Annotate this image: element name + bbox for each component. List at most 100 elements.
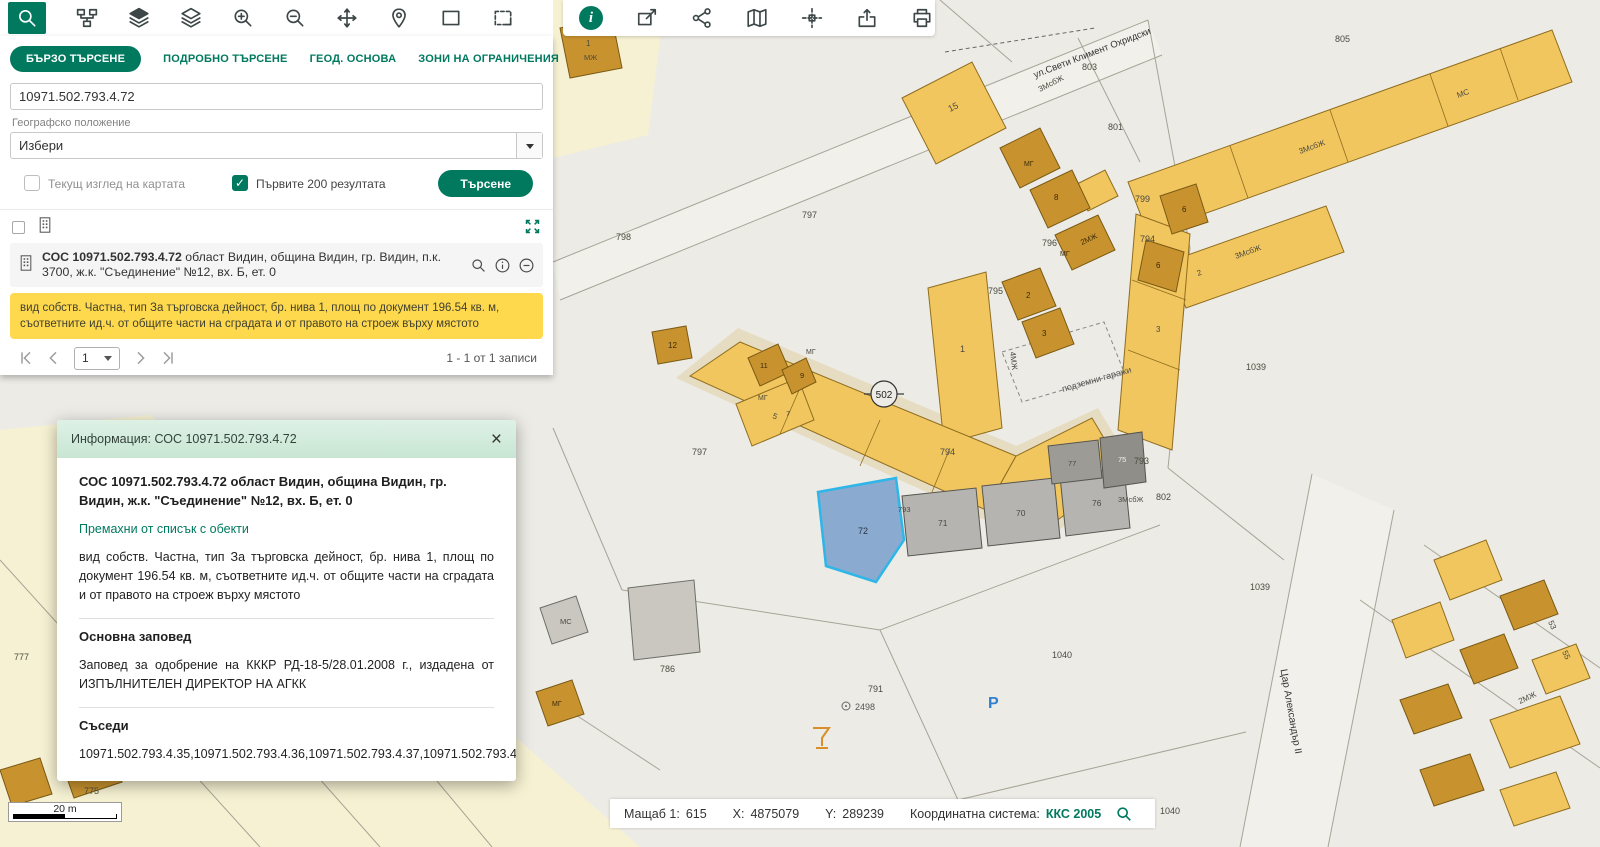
pan-tool[interactable] — [336, 7, 358, 29]
object-info-icon[interactable] — [494, 257, 511, 274]
type-label: МЖ — [584, 53, 597, 62]
print-tool[interactable] — [911, 7, 933, 29]
map-label: 777 — [14, 652, 29, 662]
divider — [0, 209, 553, 210]
order-section-header: Основна заповед — [79, 618, 494, 644]
map-label: 799 — [1135, 194, 1150, 204]
search-button[interactable]: Търсене — [438, 170, 533, 197]
page-select[interactable]: 1 — [74, 347, 120, 370]
remove-object-icon[interactable] — [518, 257, 535, 274]
neighbors-text: 10971.502.793.4.35,10971.502.793.4.36,10… — [79, 745, 494, 764]
zoom-to-object-icon[interactable] — [470, 257, 487, 274]
chevron-down-icon — [104, 356, 112, 365]
map-label: 802 — [1156, 492, 1171, 502]
objects-tool[interactable] — [76, 7, 98, 29]
map-label: 795 — [988, 286, 1003, 296]
map-label: 791 — [868, 684, 883, 694]
map-label: 786 — [660, 664, 675, 674]
map-label: 1040 — [1052, 650, 1072, 660]
geo-position-select[interactable]: Избери — [10, 132, 543, 159]
first-200-checkbox[interactable]: ✓ — [232, 175, 248, 191]
zoom-in-tool[interactable] — [232, 7, 254, 29]
map-label: 1039 — [1250, 582, 1270, 592]
page-number: 1 — [82, 351, 89, 365]
info-tool[interactable]: i — [579, 6, 603, 30]
tab-restriction-zones[interactable]: ЗОНИ НА ОГРАНИЧЕНИЯ — [418, 53, 559, 65]
result-item-text: СОС 10971.502.793.4.72 област Видин, общ… — [42, 250, 462, 281]
map-label: 797 — [802, 210, 817, 220]
section-icon — [801, 7, 823, 29]
results-toolbar — [10, 217, 543, 237]
neighbors-section-header: Съседи — [79, 707, 494, 733]
search-input[interactable] — [11, 84, 542, 109]
scale-bar-segment — [13, 814, 117, 819]
select-all-checkbox[interactable] — [12, 221, 25, 234]
extent-icon — [492, 7, 514, 29]
crs-value[interactable]: ККС 2005 — [1046, 807, 1101, 821]
type-label: МГ — [758, 395, 768, 402]
map-book-tool[interactable] — [746, 7, 768, 29]
search-tabs: БЪРЗО ТЪРСЕНЕ ПОДРОБНО ТЪРСЕНЕ ГЕОД. ОСН… — [0, 36, 553, 72]
share-icon — [691, 7, 713, 29]
search-icon — [16, 7, 38, 29]
unit-label: 77 — [1068, 459, 1076, 468]
zoom-out-tool[interactable] — [284, 7, 306, 29]
parking-label: P — [988, 695, 999, 712]
y-label: Y: — [825, 807, 836, 821]
map-label: 797 — [692, 447, 707, 457]
building-label: 7 — [786, 409, 790, 418]
map-label: 796 — [1042, 238, 1057, 248]
geo-position-label: Географско положение — [12, 117, 541, 130]
scale-value[interactable]: 615 — [686, 807, 707, 821]
zoom-to-results-button[interactable] — [524, 218, 541, 240]
y-value: 289239 — [842, 807, 884, 821]
first-200-label: Първите 200 резултата — [256, 177, 386, 191]
result-item[interactable]: СОС 10971.502.793.4.72 област Видин, общ… — [10, 243, 543, 287]
remove-from-list-link[interactable]: Премахни от списък с обекти — [79, 522, 494, 536]
building-label: 3 — [1156, 325, 1161, 334]
building-label: 9 — [800, 371, 804, 380]
prev-page-button[interactable] — [46, 350, 62, 366]
building-label: 11 — [760, 361, 768, 370]
result-details-highlight: вид собств. Частна, тип За търговска дей… — [10, 293, 543, 339]
map-label: 775 — [84, 786, 99, 796]
objects-icon — [76, 7, 98, 29]
building-icon — [18, 253, 34, 278]
tab-detailed-search[interactable]: ПОДРОБНО ТЪРСЕНЕ — [163, 53, 287, 65]
layers-filled-tool[interactable] — [128, 7, 150, 29]
unit-label: 70 — [1016, 508, 1026, 518]
next-page-button[interactable] — [132, 350, 148, 366]
zoom-out-icon — [284, 7, 306, 29]
info-popup-header[interactable]: Информация: СОС 10971.502.793.4.72 × — [57, 420, 516, 458]
share-tool[interactable] — [691, 7, 713, 29]
pagination: 1 1 - 1 от 1 записи — [10, 346, 543, 370]
last-page-button[interactable] — [160, 350, 176, 366]
building-label: 1 — [586, 39, 591, 48]
section-tool[interactable] — [801, 7, 823, 29]
close-icon[interactable]: × — [491, 430, 502, 449]
info-popup-body: СОС 10971.502.793.4.72 област Видин, общ… — [57, 458, 516, 781]
app-screen: 502 2498 P ул.Свети Климент Охридски Цар… — [0, 0, 1600, 847]
chevron-down-icon[interactable] — [516, 133, 542, 158]
result-item-actions — [470, 257, 535, 274]
location-tool[interactable] — [388, 7, 410, 29]
tab-geodetic-basis[interactable]: ГЕОД. ОСНОВА — [310, 53, 397, 65]
building[interactable] — [628, 580, 700, 660]
extent-tool[interactable] — [492, 7, 514, 29]
search-tool[interactable] — [8, 2, 46, 34]
export-tool[interactable] — [856, 7, 878, 29]
location-icon — [388, 7, 410, 29]
first-page-button[interactable] — [18, 350, 34, 366]
layers-tool[interactable] — [180, 7, 202, 29]
current-view-label: Текущ изглед на картата — [48, 177, 185, 191]
scale-bar: 20 m — [8, 802, 122, 822]
layers-icon — [180, 7, 202, 29]
coordinate-search-icon[interactable] — [1115, 805, 1133, 823]
select-rect-tool[interactable] — [440, 7, 462, 29]
info-popup: Информация: СОС 10971.502.793.4.72 × СОС… — [57, 420, 516, 781]
unit-label: 72 — [858, 526, 868, 536]
search-controls: Текущ изглед на картата ✓ Първите 200 ре… — [0, 170, 553, 197]
tab-quick-search[interactable]: БЪРЗО ТЪРСЕНЕ — [10, 46, 141, 72]
current-view-checkbox[interactable] — [24, 175, 40, 191]
identify-tool[interactable] — [636, 7, 658, 29]
